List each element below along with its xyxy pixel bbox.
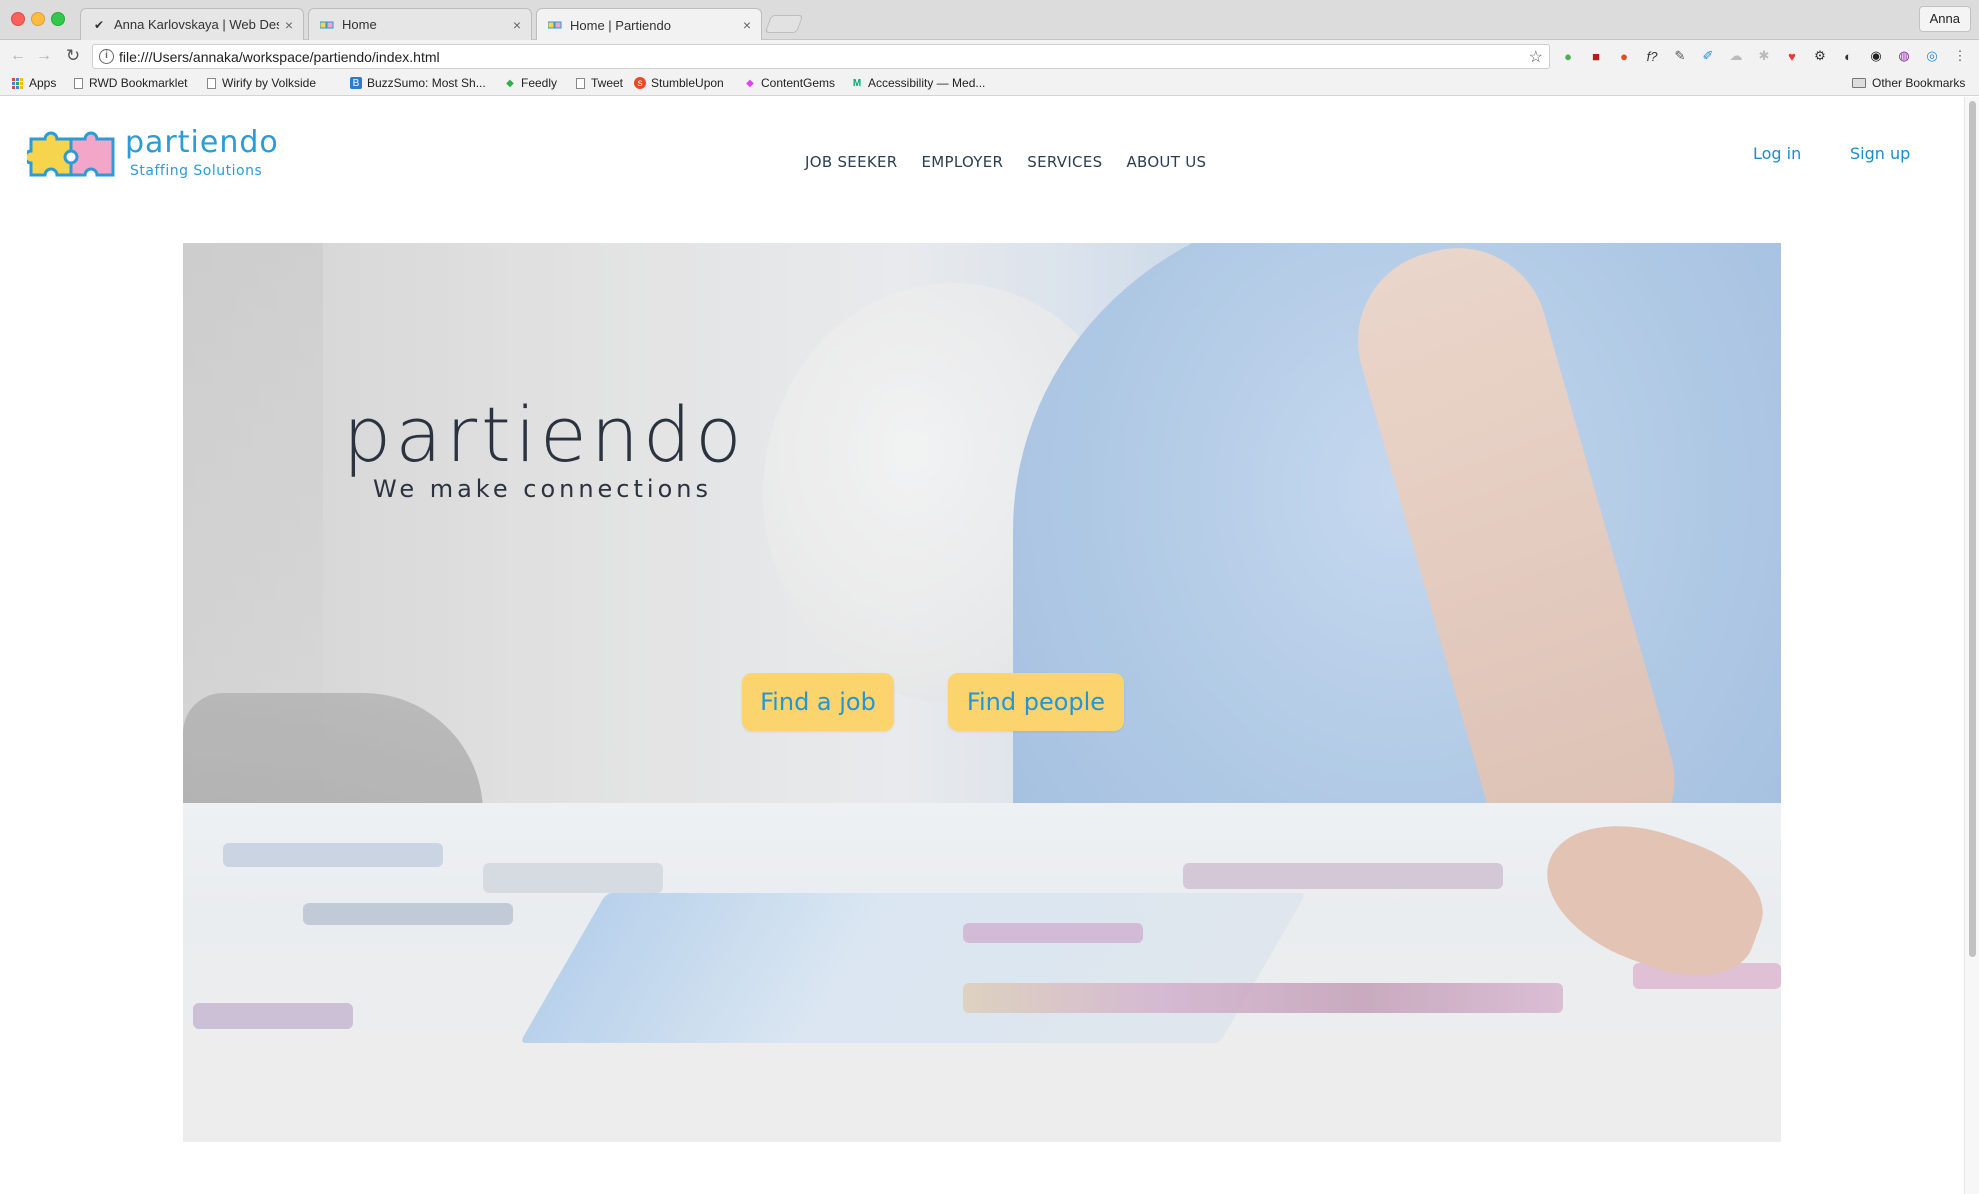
logo-name: partiendo	[125, 124, 279, 160]
nav-about-us[interactable]: ABOUT US	[1126, 153, 1206, 171]
extension-gear-gray-icon[interactable]: ✱	[1756, 48, 1772, 64]
bookmark-rwd[interactable]: RWD Bookmarklet	[72, 76, 187, 90]
extension-color-icon[interactable]: ♥	[1784, 48, 1800, 64]
hero-section: partiendo We make connections Find a job…	[183, 243, 1781, 1142]
close-tab-icon[interactable]: ×	[285, 17, 293, 33]
site-header: partiendo Staffing Solutions JOB SEEKER …	[0, 97, 1964, 217]
folder-icon	[1851, 77, 1867, 89]
bookmark-star-icon[interactable]: ☆	[1529, 47, 1543, 67]
bookmark-wirify[interactable]: Wirify by Volkside	[205, 76, 316, 90]
find-people-button[interactable]: Find people	[948, 673, 1124, 731]
minimize-window-button[interactable]	[31, 12, 45, 26]
extension-alert-icon[interactable]: ●	[1616, 48, 1632, 64]
bookmarks-bar: Apps RWD Bookmarklet Wirify by Volkside …	[0, 72, 1979, 96]
reload-icon[interactable]: ↻	[63, 46, 83, 66]
bookmark-other[interactable]: Other Bookmarks	[1851, 76, 1965, 90]
new-tab-button[interactable]	[764, 15, 804, 33]
forward-arrow-icon[interactable]: →	[34, 46, 54, 66]
profile-button[interactable]: Anna	[1918, 6, 1971, 32]
bookmark-contentgems[interactable]: ◆ ContentGems	[744, 76, 835, 90]
web-page: partiendo Staffing Solutions JOB SEEKER …	[0, 97, 1964, 1194]
extension-contrast-icon[interactable]: ◐	[1840, 48, 1856, 64]
extension-circle-icon[interactable]: ◎	[1924, 48, 1940, 64]
page-icon	[574, 77, 586, 89]
page-scrollbar[interactable]	[1964, 97, 1979, 1194]
logo-tagline: Staffing Solutions	[130, 162, 263, 179]
scrollbar-thumb[interactable]	[1969, 101, 1976, 957]
info-icon[interactable]: i	[99, 49, 114, 64]
contentgems-icon: ◆	[746, 77, 754, 89]
extension-function-icon[interactable]: f?	[1644, 48, 1660, 64]
hero-subtitle: We make connections	[373, 475, 712, 503]
browser-tab-bar: ✔ Anna Karlovskaya | Web Desig × Home × …	[0, 0, 1979, 41]
bookmark-tweet[interactable]: Tweet	[574, 76, 623, 90]
signup-link[interactable]: Sign up	[1850, 144, 1910, 163]
site-logo[interactable]: partiendo Staffing Solutions	[27, 125, 279, 181]
partiendo-favicon-icon	[547, 17, 563, 33]
maximize-window-button[interactable]	[51, 12, 65, 26]
tab-home-partiendo[interactable]: Home | Partiendo ×	[536, 8, 762, 41]
page-icon	[205, 77, 217, 89]
extension-dropper-icon[interactable]: ✐	[1700, 48, 1716, 64]
apps-grid-icon	[12, 77, 24, 89]
extension-eye-icon[interactable]: ◉	[1868, 48, 1884, 64]
menu-dots-icon[interactable]: ⋮	[1952, 48, 1968, 64]
hero-title: partiendo	[343, 390, 746, 479]
bookmark-buzzsumo[interactable]: B BuzzSumo: Most Sh...	[350, 76, 486, 90]
medium-icon: M	[852, 77, 862, 89]
page-icon	[72, 77, 84, 89]
login-link[interactable]: Log in	[1753, 144, 1801, 163]
close-window-button[interactable]	[11, 12, 25, 26]
feedly-icon: ◆	[506, 77, 514, 89]
partiendo-favicon-icon	[319, 17, 335, 33]
bookmark-accessibility[interactable]: M Accessibility — Med...	[851, 76, 986, 90]
bookmark-apps[interactable]: Apps	[12, 76, 56, 90]
browser-toolbar: ← → ↻ i file:///Users/annaka/workspace/p…	[0, 40, 1979, 72]
extension-pen-icon[interactable]: ✎	[1672, 48, 1688, 64]
extension-colorwheel-icon[interactable]: ◍	[1896, 48, 1912, 64]
nav-employer[interactable]: EMPLOYER	[922, 153, 1004, 171]
nav-services[interactable]: SERVICES	[1027, 153, 1102, 171]
extension-shield-icon[interactable]: ■	[1588, 48, 1604, 64]
buzzsumo-icon: B	[350, 77, 362, 89]
extension-cloud-icon[interactable]: ☁	[1728, 48, 1744, 64]
bookmark-feedly[interactable]: ◆ Feedly	[504, 76, 557, 90]
url-text[interactable]: file:///Users/annaka/workspace/partiendo…	[119, 49, 440, 65]
stumbleupon-icon: s	[634, 77, 646, 89]
nav-job-seeker[interactable]: JOB SEEKER	[805, 153, 898, 171]
back-arrow-icon[interactable]: ←	[8, 46, 28, 66]
address-bar[interactable]: i file:///Users/annaka/workspace/partien…	[92, 44, 1550, 69]
tab-home[interactable]: Home ×	[308, 8, 532, 40]
close-tab-icon[interactable]: ×	[743, 17, 751, 33]
main-nav: JOB SEEKER EMPLOYER SERVICES ABOUT US	[805, 153, 1230, 171]
bird-icon: ✔	[93, 17, 105, 32]
tab-anna-karlovskaya[interactable]: ✔ Anna Karlovskaya | Web Desig ×	[80, 8, 304, 40]
extension-leaf-icon[interactable]: ●	[1560, 48, 1576, 64]
puzzle-logo-icon	[27, 131, 115, 177]
close-tab-icon[interactable]: ×	[513, 17, 521, 33]
bookmark-stumbleupon[interactable]: s StumbleUpon	[634, 76, 724, 90]
extension-gear-icon[interactable]: ⚙	[1812, 48, 1828, 64]
find-a-job-button[interactable]: Find a job	[742, 673, 894, 731]
